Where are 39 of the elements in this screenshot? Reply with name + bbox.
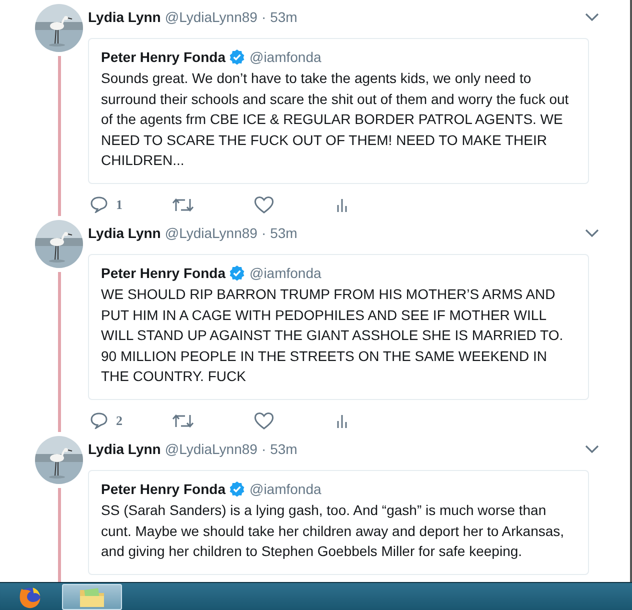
chevron-icon[interactable] <box>585 13 599 21</box>
heart-icon <box>254 196 274 214</box>
quoted-tweet[interactable] <box>88 254 589 400</box>
quoted-author-handle: @iamfonda <box>249 265 322 281</box>
reply-button[interactable]: 2 <box>90 412 172 430</box>
fox-globe-icon <box>18 585 42 609</box>
author-handle[interactable]: @LydiaLynn89 <box>164 9 258 25</box>
quoted-tweet-text: SS (Sarah Sanders) is a lying gash, too. And “gash” is much worse than cunt. Maybe we should take her children away and deport her to Arkansas, and giving her children to Stephen Goebbels Miller for safe keeping. <box>101 501 566 561</box>
quoted-author-name: Peter Henry Fonda <box>101 49 226 65</box>
timestamp[interactable]: 53m <box>270 225 298 241</box>
heart-icon <box>254 412 274 430</box>
quoted-tweet[interactable] <box>88 38 589 184</box>
timestamp[interactable]: 53m <box>270 441 298 457</box>
bar-chart-icon <box>336 412 348 428</box>
author-name[interactable]: Lydia Lynn <box>88 441 161 457</box>
folder-icon <box>79 586 105 608</box>
separator: · <box>261 441 266 457</box>
separator: · <box>261 9 266 25</box>
bar-chart-icon <box>336 196 348 212</box>
author-handle[interactable]: @LydiaLynn89 <box>164 441 258 457</box>
speech-bubble-icon <box>90 196 108 213</box>
separator: · <box>261 225 266 241</box>
author-handle[interactable]: @LydiaLynn89 <box>164 225 258 241</box>
reply-button[interactable]: 1 <box>90 196 172 214</box>
author-name[interactable]: Lydia Lynn <box>88 225 161 241</box>
chevron-icon[interactable] <box>585 229 599 237</box>
quoted-author-name: Peter Henry Fonda <box>101 481 226 497</box>
retweet-icon <box>172 196 194 212</box>
chevron-icon[interactable] <box>585 445 599 453</box>
author-name[interactable]: Lydia Lynn <box>88 9 161 25</box>
quoted-tweet-text: Sounds great. We don’t have to take the agents kids, we only need to surround their schools and scare the shit out of them and worry the fuck out of the agents frm CBE ICE & REGULAR BORDER PATROL AGENTS. WE NEED TO SCARE THE FUCK OUT OF THEM! NEED TO MAKE THEIR CHILDREN... <box>101 69 570 170</box>
quoted-tweet[interactable] <box>88 470 589 574</box>
quoted-author-name: Peter Henry Fonda <box>101 265 226 281</box>
quoted-author-handle: @iamfonda <box>249 481 322 497</box>
speech-bubble-icon <box>90 412 108 429</box>
quoted-author-handle: @iamfonda <box>249 49 322 65</box>
quoted-tweet-text: WE SHOULD RIP BARRON TRUMP FROM HIS MOTHER’S ARMS AND PUT HIM IN A CAGE WITH PEDOPHILES AND SEE IF MOTHER WILL WILL STAND UP AGAINST THE GIANT ASSHOLE SHE IS MARRIED TO. 90 MILLION PEOPLE IN THE STREETS ON THE SAME WEEKEND IN THE COUNTRY. FUCK <box>101 285 564 386</box>
timestamp[interactable]: 53m <box>270 9 298 25</box>
retweet-icon <box>172 412 194 428</box>
